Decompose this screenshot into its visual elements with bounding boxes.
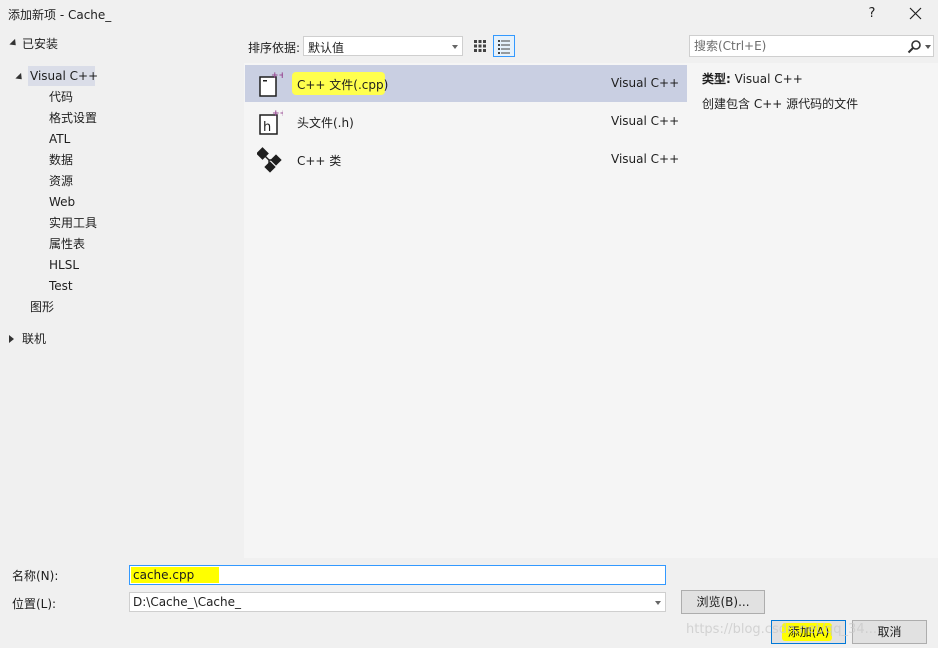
- template-language: Visual C++: [611, 76, 680, 90]
- tree-item-formatting[interactable]: 格式设置: [49, 108, 97, 128]
- chevron-down-icon: [452, 45, 458, 49]
- tree-item-label: 已安装: [22, 37, 59, 51]
- close-button[interactable]: [902, 3, 930, 25]
- template-name: 头文件(.h): [297, 116, 354, 130]
- cpp-class-icon: [257, 147, 282, 173]
- tree-item-label: 属性表: [49, 237, 86, 251]
- search-box[interactable]: [689, 35, 934, 57]
- help-button[interactable]: ?: [860, 3, 884, 25]
- category-tree: 已安装 Visual C++ 代码 格式设置 ATL 数据 资源 Web 实用工…: [0, 28, 244, 558]
- tree-item-web[interactable]: Web: [49, 192, 75, 212]
- detail-description: 创建包含 C++ 源代码的文件: [702, 97, 859, 111]
- title-bar: 添加新项 - Cache_ ?: [0, 0, 938, 28]
- search-input[interactable]: [694, 38, 894, 54]
- tree-item-label: Test: [49, 279, 73, 293]
- template-item-cpp-class[interactable]: C++ 类 Visual C++: [245, 141, 687, 178]
- template-item-cpp-file[interactable]: ++ C++ 文件(.cpp) Visual C++: [245, 65, 687, 102]
- location-label: 位置(L):: [12, 597, 57, 611]
- expanded-arrow-icon: [9, 38, 19, 49]
- tree-item-property-sheets[interactable]: 属性表: [49, 234, 85, 254]
- template-language: Visual C++: [611, 114, 680, 128]
- tree-item-atl[interactable]: ATL: [49, 129, 70, 149]
- details-panel: 类型: Visual C++ 创建包含 C++ 源代码的文件: [689, 63, 938, 558]
- expanded-arrow-icon: [15, 72, 25, 83]
- tree-item-hlsl[interactable]: HLSL: [49, 255, 79, 275]
- sort-label: 排序依据:: [248, 41, 301, 55]
- svg-text:++: ++: [272, 109, 283, 119]
- close-icon: [909, 7, 922, 20]
- tree-item-installed[interactable]: 已安装: [0, 34, 244, 54]
- svg-text:++: ++: [271, 71, 283, 81]
- grid-view-button[interactable]: [469, 35, 491, 57]
- template-name: C++ 类: [297, 154, 342, 168]
- list-view-button[interactable]: [493, 35, 515, 57]
- tree-item-visual-cpp[interactable]: Visual C++: [28, 66, 99, 86]
- grid-view-icon: [474, 40, 486, 52]
- tree-item-online[interactable]: 联机: [0, 329, 244, 349]
- tree-item-label: Visual C++: [30, 69, 99, 83]
- location-value: D:\Cache_\Cache_: [133, 595, 242, 609]
- template-language: Visual C++: [611, 152, 680, 166]
- type-label: 类型:: [702, 72, 731, 86]
- tree-item-label: 格式设置: [49, 111, 98, 125]
- tree-item-data[interactable]: 数据: [49, 150, 73, 170]
- tree-item-code[interactable]: 代码: [49, 87, 73, 107]
- sort-dropdown[interactable]: 默认值: [303, 36, 463, 56]
- template-item-header-file[interactable]: h ++ 头文件(.h) Visual C++: [245, 103, 687, 140]
- name-value: cache.cpp: [133, 568, 195, 582]
- detail-type: 类型: Visual C++: [702, 70, 803, 87]
- tree-item-label: Web: [49, 195, 76, 209]
- chevron-down-icon[interactable]: [925, 45, 931, 49]
- browse-button[interactable]: 浏览(B)...: [681, 590, 765, 614]
- template-name: C++ 文件(.cpp): [297, 78, 389, 92]
- tree-item-test[interactable]: Test: [49, 276, 73, 296]
- list-view-icon: [498, 40, 510, 54]
- name-field[interactable]: cache.cpp: [129, 565, 666, 585]
- svg-text:h: h: [263, 120, 271, 135]
- type-value: Visual C++: [734, 72, 803, 86]
- name-label: 名称(N):: [12, 569, 59, 583]
- tree-item-label: HLSL: [49, 258, 80, 272]
- tree-item-label: 图形: [30, 300, 55, 314]
- tree-item-label: 数据: [49, 153, 74, 167]
- tree-item-label: 资源: [49, 174, 74, 188]
- tree-item-label: 实用工具: [49, 216, 98, 230]
- watermark: https://blog.csdn.net/qq_34...: [686, 622, 878, 637]
- tree-item-label: 联机: [22, 332, 47, 346]
- tree-item-label: 代码: [49, 90, 74, 104]
- tree-item-label: ATL: [49, 132, 71, 146]
- collapsed-arrow-icon: [9, 335, 14, 343]
- tree-item-resource[interactable]: 资源: [49, 171, 73, 191]
- sort-value: 默认值: [308, 41, 345, 55]
- window-title: 添加新项 - Cache_: [8, 8, 112, 22]
- search-icon: [907, 40, 921, 54]
- chevron-down-icon[interactable]: [655, 601, 661, 605]
- cpp-file-icon: ++: [259, 71, 283, 97]
- template-list: ++ C++ 文件(.cpp) Visual C++ h ++ 头文件(.h) …: [244, 63, 689, 558]
- tree-item-utility[interactable]: 实用工具: [49, 213, 97, 233]
- tree-item-graphics[interactable]: 图形: [30, 297, 54, 317]
- location-field[interactable]: D:\Cache_\Cache_: [129, 592, 666, 612]
- header-file-icon: h ++: [259, 109, 283, 135]
